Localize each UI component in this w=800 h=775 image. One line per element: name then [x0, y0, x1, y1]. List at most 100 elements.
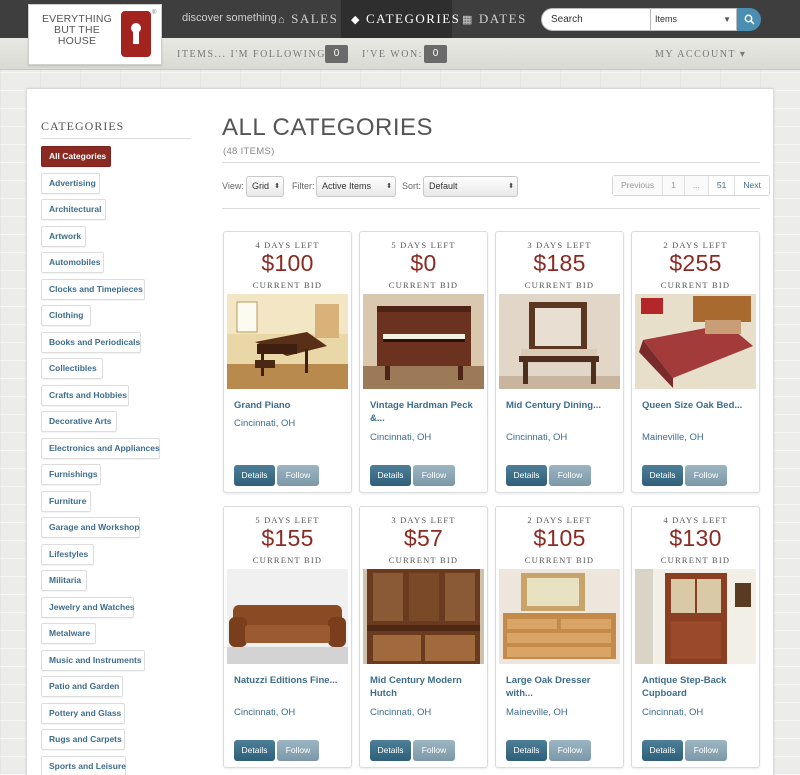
nav-tab-categories-label: CATEGORIES: [365, 11, 461, 26]
sidebar-category-item[interactable]: Music and Instruments: [41, 649, 145, 671]
details-button[interactable]: Details: [370, 465, 411, 486]
sidebar-category-item[interactable]: Garage and Workshop: [41, 517, 140, 538]
item-photo[interactable]: [363, 294, 484, 389]
sort-select[interactable]: Default ⬍: [423, 176, 518, 197]
item-card[interactable]: 2 DAYS LEFT $105 CURRENT BID Large Oak Dres…: [495, 506, 624, 768]
item-title-link[interactable]: Antique Step-Back Cupboard: [642, 674, 754, 700]
sidebar-category-item[interactable]: Jewelry and Watches: [41, 596, 135, 618]
following-label: ITEMS... I'M FOLLOWING:: [177, 49, 331, 60]
details-button[interactable]: Details: [234, 740, 275, 761]
current-bid-amount: $105: [533, 525, 586, 551]
item-title-link[interactable]: Vintage Hardman Peck &...: [370, 399, 482, 425]
sidebar-category-item[interactable]: Furnishings: [41, 464, 101, 485]
follow-button[interactable]: Follow: [549, 465, 591, 486]
item-card[interactable]: 5 DAYS LEFT $0 CURRENT BID Vintage Hardman …: [359, 231, 488, 493]
nav-tab-sales-label: SALES: [291, 11, 339, 26]
sidebar-category-item[interactable]: Clocks and Timepieces: [41, 278, 145, 300]
search-input[interactable]: Search: [541, 8, 651, 31]
sidebar-category-item[interactable]: Pottery and Glass: [41, 702, 125, 724]
sidebar-category-item[interactable]: Patio and Garden: [41, 676, 123, 697]
sidebar-category-item[interactable]: Furniture: [41, 490, 91, 512]
filter-label: Filter:: [292, 181, 315, 191]
nav-tab-categories[interactable]: ◆ CATEGORIES: [341, 0, 459, 38]
filter-select[interactable]: Active Items ⬍: [316, 176, 396, 197]
sidebar-category-item[interactable]: Metalware: [41, 623, 96, 644]
sidebar-category-item[interactable]: Rugs and Carpets: [41, 729, 125, 750]
item-location: Cincinnati, OH: [234, 418, 296, 429]
sidebar-category-item[interactable]: Crafts and Hobbies: [41, 384, 129, 406]
item-title-link[interactable]: Queen Size Oak Bed...: [642, 399, 754, 412]
sidebar-category-item[interactable]: Advertising: [41, 172, 100, 194]
follow-button[interactable]: Follow: [277, 740, 319, 761]
sidebar-category-item[interactable]: All Categories: [41, 146, 111, 167]
item-photo[interactable]: [499, 569, 620, 664]
pagination-page-1[interactable]: 1: [663, 176, 685, 195]
details-button[interactable]: Details: [506, 465, 547, 486]
search-button[interactable]: [737, 8, 761, 31]
sidebar-category-item[interactable]: Books and Periodicals: [41, 331, 141, 353]
details-button[interactable]: Details: [234, 465, 275, 486]
item-location: Maineville, OH: [642, 432, 704, 443]
nav-tab-sales[interactable]: ⌂ SALES: [268, 0, 341, 38]
my-account-menu[interactable]: MY ACCOUNT ▾: [655, 49, 746, 60]
sidebar-category-item[interactable]: Militaria: [41, 570, 87, 591]
item-location: Cincinnati, OH: [506, 432, 568, 443]
view-select[interactable]: Grid ⬍: [246, 176, 284, 197]
sidebar-category-item[interactable]: Collectibles: [41, 358, 103, 379]
follow-button[interactable]: Follow: [549, 740, 591, 761]
item-photo[interactable]: [499, 294, 620, 389]
item-card[interactable]: 3 DAYS LEFT $57 CURRENT BID Mid Century Mod…: [359, 506, 488, 768]
item-title-link[interactable]: Mid Century Modern Hutch: [370, 674, 482, 700]
time-left: 4 DAYS LEFT: [255, 240, 320, 250]
logo-text: EVERYTHING BUT THE HOUSE: [41, 13, 113, 47]
home-icon: ⌂: [278, 14, 287, 26]
sidebar-category-item[interactable]: Lifestyles: [41, 543, 94, 565]
view-select-value: Grid: [252, 181, 270, 191]
sidebar-category-item[interactable]: Artwork: [41, 225, 86, 247]
tag-icon: ◆: [351, 14, 361, 26]
current-bid-label: CURRENT BID: [660, 555, 731, 565]
item-card[interactable]: 4 DAYS LEFT $100 CURRENT BID Grand Piano Cin…: [223, 231, 352, 493]
site-logo[interactable]: EVERYTHING BUT THE HOUSE ®: [28, 4, 162, 65]
details-button[interactable]: Details: [642, 465, 683, 486]
item-photo[interactable]: [635, 569, 756, 664]
details-button[interactable]: Details: [506, 740, 547, 761]
details-button[interactable]: Details: [642, 740, 683, 761]
current-bid-label: CURRENT BID: [660, 280, 731, 290]
follow-button[interactable]: Follow: [685, 465, 727, 486]
time-left: 5 DAYS LEFT: [255, 515, 320, 525]
nav-discover-link[interactable]: discover something: [182, 12, 277, 24]
pagination-next[interactable]: Next: [735, 176, 769, 195]
item-title-link[interactable]: Mid Century Dining...: [506, 399, 618, 412]
sidebar-category-item[interactable]: Electronics and Appliances: [41, 437, 160, 459]
sidebar-category-item[interactable]: Architectural: [41, 199, 106, 220]
won-count-badge[interactable]: 0: [424, 45, 447, 63]
item-photo[interactable]: [227, 294, 348, 389]
sidebar-category-item[interactable]: Decorative Arts: [41, 411, 117, 432]
item-card[interactable]: 4 DAYS LEFT $130 CURRENT BID Antique Step-B…: [631, 506, 760, 768]
item-photo[interactable]: [363, 569, 484, 664]
item-title-link[interactable]: Natuzzi Editions Fine...: [234, 674, 346, 687]
item-photo[interactable]: [635, 294, 756, 389]
follow-button[interactable]: Follow: [413, 740, 455, 761]
current-bid-label: CURRENT BID: [252, 555, 323, 565]
sidebar-category-item[interactable]: Sports and Leisure: [41, 755, 126, 775]
item-card[interactable]: 5 DAYS LEFT $155 CURRENT BID Natuzzi Editio…: [223, 506, 352, 768]
search-scope-select[interactable]: Items ▼: [651, 8, 737, 31]
follow-button[interactable]: Follow: [277, 465, 319, 486]
item-title-link[interactable]: Large Oak Dresser with...: [506, 674, 618, 700]
item-card[interactable]: 3 DAYS LEFT $185 CURRENT BID Mid Century Di…: [495, 231, 624, 493]
item-card[interactable]: 2 DAYS LEFT $255 CURRENT BID Queen Size Oak…: [631, 231, 760, 493]
following-count-badge[interactable]: 0: [325, 45, 348, 63]
pagination-page-51[interactable]: 51: [708, 176, 736, 195]
pagination-previous[interactable]: Previous: [613, 176, 664, 195]
item-title-link[interactable]: Grand Piano: [234, 399, 346, 412]
item-photo[interactable]: [227, 569, 348, 664]
details-button[interactable]: Details: [370, 740, 411, 761]
sidebar-category-item[interactable]: Automobiles: [41, 252, 104, 273]
follow-button[interactable]: Follow: [413, 465, 455, 486]
nav-tab-dates[interactable]: ▦ DATES: [452, 0, 532, 38]
follow-button[interactable]: Follow: [685, 740, 727, 761]
time-left: 3 DAYS LEFT: [527, 240, 592, 250]
sidebar-category-item[interactable]: Clothing: [41, 305, 91, 326]
